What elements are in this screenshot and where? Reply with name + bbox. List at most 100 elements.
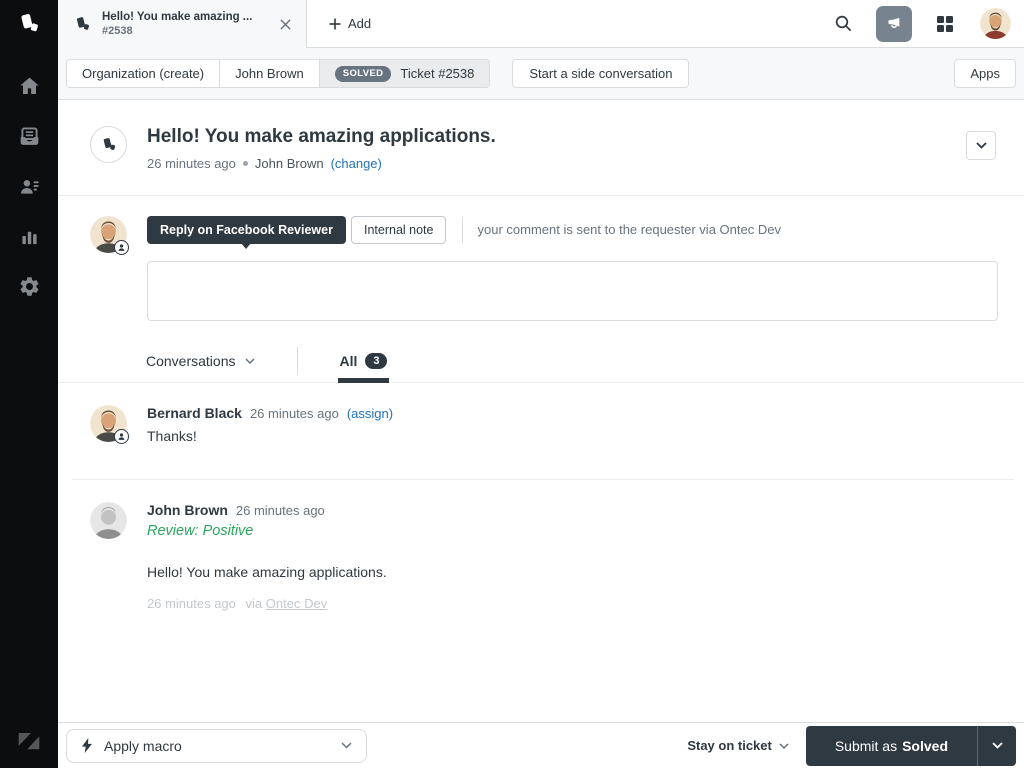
conversations-dropdown[interactable]: Conversations [146, 353, 255, 369]
customers-icon [20, 179, 39, 194]
all-tab-label: All [339, 353, 358, 370]
chevron-down-icon [991, 742, 1003, 749]
message-item: Bernard Black 26 minutes ago (assign) Th… [58, 383, 1024, 444]
ticket-number-label: Ticket #2538 [400, 66, 475, 81]
ticket-content: Hello! You make amazing applications. 26… [58, 100, 1024, 722]
ticket-tab[interactable]: Hello! You make amazing ... #2538 [58, 0, 307, 48]
apply-macro-select[interactable]: Apply macro [66, 728, 367, 763]
sidebar [0, 0, 58, 768]
divider [462, 216, 464, 243]
sidebar-item-customers[interactable] [0, 161, 58, 211]
apps-grid-button[interactable] [928, 7, 962, 41]
tab-bar: Hello! You make amazing ... #2538 Add [58, 0, 1024, 48]
sidebar-item-admin[interactable] [0, 261, 58, 311]
message-content: John Brown 26 minutes ago Review: Positi… [147, 502, 387, 611]
search-button[interactable] [826, 7, 860, 41]
channel-link[interactable]: Ontec Dev [266, 596, 327, 611]
submit-button[interactable]: Submit as Solved [805, 725, 977, 766]
bolt-icon [82, 738, 92, 753]
add-tab-label: Add [348, 16, 372, 31]
megaphone-icon [887, 17, 899, 28]
zendesk-logo-icon [14, 726, 44, 756]
tab-all-conversations[interactable]: All 3 [337, 340, 390, 384]
message-author: Bernard Black [147, 404, 242, 421]
message-header: John Brown 26 minutes ago [147, 502, 387, 518]
footer-timestamp: 26 minutes ago [147, 595, 236, 611]
header-options-button[interactable] [966, 131, 996, 160]
review-status: Review: Positive [147, 522, 254, 539]
end-user-badge-icon [114, 428, 129, 444]
ticket-header: Hello! You make amazing applications. 26… [58, 100, 1024, 171]
submit-options-button[interactable] [977, 725, 1016, 766]
tab-bar-right: Add [307, 0, 1024, 48]
brand-logo-icon [0, 0, 58, 48]
composer-tabs: Reply on Facebook Reviewer Internal note… [147, 215, 998, 244]
ticket-title: Hello! You make amazing applications. [147, 126, 496, 147]
ticket-header-text: Hello! You make amazing applications. 26… [147, 126, 496, 171]
ticket-tab-text: Hello! You make amazing ... #2538 [102, 11, 264, 37]
dot-separator [242, 160, 248, 166]
app-window: Hello! You make amazing ... #2538 Add Or… [0, 0, 1024, 768]
conversation-filter-bar: Conversations All 3 [58, 340, 1024, 384]
ticket-timestamp: 26 minutes ago [147, 155, 236, 171]
change-requester-link[interactable]: (change) [331, 156, 382, 171]
message-body: Hello! You make amazing applications. [147, 563, 387, 580]
add-tab-button[interactable]: Add [321, 10, 379, 37]
apps-button[interactable]: Apps [954, 59, 1016, 88]
submit-button-group: Submit as Solved [805, 725, 1016, 766]
ticket-requester: John Brown [254, 155, 324, 171]
message-footer: 26 minutes ago via Ontec Dev [147, 596, 387, 611]
views-icon [20, 126, 38, 145]
ticket-footer: Apply macro Stay on ticket Submit as Sol… [58, 722, 1024, 768]
user-avatar[interactable] [980, 8, 1011, 39]
main-area: Hello! You make amazing ... #2538 Add Or… [58, 0, 1024, 768]
reply-channel-tab[interactable]: Reply on Facebook Reviewer [147, 215, 346, 244]
ticket-button[interactable]: SOLVED Ticket #2538 [318, 60, 490, 87]
sidebar-item-views[interactable] [0, 111, 58, 161]
conversation-count-badge: 3 [365, 353, 388, 370]
internal-note-tab[interactable]: Internal note [350, 215, 447, 244]
composer: Reply on Facebook Reviewer Internal note… [58, 196, 1024, 321]
message-avatar [90, 501, 127, 539]
ticket-toolbar: Organization (create) John Brown SOLVED … [58, 48, 1024, 100]
divider [296, 347, 298, 376]
message-timestamp: 26 minutes ago [235, 502, 325, 518]
message-body: Thanks! [147, 427, 197, 444]
message-author: John Brown [147, 501, 228, 518]
chevron-down-icon [341, 742, 352, 749]
message-timestamp: 26 minutes ago [249, 405, 339, 421]
ticket-tab-subtitle: #2538 [102, 25, 133, 37]
organization-button[interactable]: Organization (create) [67, 60, 220, 87]
conversations-label: Conversations [146, 353, 236, 370]
end-user-badge-icon [114, 239, 129, 255]
sidebar-item-reporting[interactable] [0, 211, 58, 261]
chevron-down-icon [779, 742, 789, 749]
submit-label: Submit as [834, 737, 898, 754]
side-conversation-button[interactable]: Start a side conversation [512, 59, 690, 88]
requester-button[interactable]: John Brown [219, 60, 319, 87]
status-badge: SOLVED [334, 65, 392, 82]
close-tab-icon[interactable] [274, 13, 296, 35]
channel-brand-avatar [90, 126, 127, 163]
gear-icon [20, 276, 38, 296]
message-content: Bernard Black 26 minutes ago (assign) Th… [147, 405, 393, 444]
composer-main: Reply on Facebook Reviewer Internal note… [147, 215, 998, 321]
comment-input[interactable] [147, 260, 998, 321]
conversations-app-button[interactable] [876, 5, 912, 42]
search-icon [835, 15, 851, 32]
submit-status: Solved [902, 737, 948, 754]
message-item: John Brown 26 minutes ago Review: Positi… [58, 480, 1024, 611]
reporting-icon [21, 231, 37, 244]
stay-on-ticket-dropdown[interactable]: Stay on ticket [687, 738, 789, 753]
ticket-tab-brand-icon [73, 15, 92, 34]
sidebar-nav [0, 61, 58, 311]
home-icon [19, 77, 39, 94]
composer-hint: your comment is sent to the requester vi… [477, 222, 781, 238]
footer-via-label: via [245, 595, 263, 611]
ticket-meta: 26 minutes ago John Brown (change) [147, 156, 496, 171]
breadcrumb: Organization (create) John Brown SOLVED … [66, 59, 491, 88]
ticket-tab-title: Hello! You make amazing ... [102, 11, 253, 23]
assign-link[interactable]: (assign) [347, 406, 393, 421]
sidebar-item-home[interactable] [0, 61, 58, 111]
apply-macro-label: Apply macro [104, 737, 182, 754]
